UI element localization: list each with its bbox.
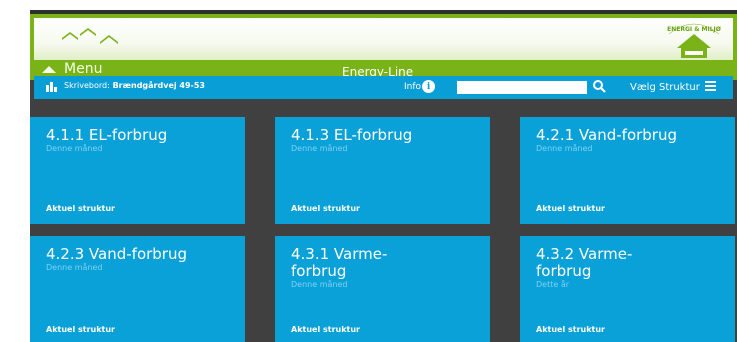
info-label: Info [404, 81, 422, 92]
tile-footer: Aktuel struktur [536, 325, 605, 334]
tile-footer: Aktuel struktur [46, 204, 115, 213]
hamburger-icon [704, 81, 716, 93]
tile-title: 4.1.1 EL-forbrug [46, 126, 168, 144]
tile-subtitle: Denne måned [46, 263, 103, 272]
header-bar: ENERGI & MILJØ Menu Energy-Line [30, 14, 737, 80]
tile-title: 4.1.3 EL-forbrug [291, 126, 413, 144]
breadcrumb-prefix: Skrivebord: [64, 81, 110, 90]
tile-4-2-1[interactable]: 4.2.1 Vand-forbrug Denne måned Aktuel st… [520, 117, 735, 224]
info-button[interactable]: Info i [404, 80, 436, 93]
tile-4-3-2[interactable]: 4.3.2 Varme-forbrug Dette år Aktuel stru… [520, 236, 735, 342]
tile-4-3-1[interactable]: 4.3.1 Varme-forbrug Denne måned Aktuel s… [275, 236, 490, 342]
tile-subtitle: Denne måned [291, 280, 348, 289]
tile-4-2-3[interactable]: 4.2.3 Vand-forbrug Denne måned Aktuel st… [30, 236, 245, 342]
search-input[interactable] [457, 81, 587, 94]
tile-4-1-3[interactable]: 4.1.3 EL-forbrug Denne måned Aktuel stru… [275, 117, 490, 224]
search-icon[interactable] [592, 79, 606, 93]
menu-label: Menu [64, 61, 103, 77]
breadcrumb: Skrivebord: Brændgårdvej 49-53 [64, 81, 205, 90]
header-banner: ENERGI & MILJØ [34, 18, 733, 60]
tile-subtitle: Dette år [536, 280, 570, 289]
breadcrumb-location: Brændgårdvej 49-53 [112, 81, 205, 90]
tile-footer: Aktuel struktur [46, 325, 115, 334]
app-window: ENERGI & MILJØ Menu Energy-Line Skrivebo… [30, 10, 737, 342]
energi-miljo-logo: ENERGI & MILJØ [667, 23, 721, 58]
tile-footer: Aktuel struktur [291, 325, 360, 334]
tile-subtitle: Denne måned [291, 144, 348, 153]
houses-decoration-icon [62, 28, 118, 44]
tile-subtitle: Denne måned [536, 144, 593, 153]
tile-title: 4.2.3 Vand-forbrug [46, 245, 188, 263]
tile-subtitle: Denne måned [46, 144, 103, 153]
svg-text:ENERGI & MILJØ: ENERGI & MILJØ [667, 26, 721, 33]
tile-title: 4.3.1 Varme-forbrug [291, 245, 388, 280]
select-structure-label: Vælg Struktur [630, 81, 700, 93]
tile-title: 4.2.1 Vand-forbrug [536, 126, 678, 144]
tile-footer: Aktuel struktur [536, 204, 605, 213]
tile-title: 4.3.2 Varme-forbrug [536, 245, 633, 280]
info-icon: i [422, 80, 436, 93]
menu-arrow-up-icon [42, 65, 56, 73]
tile-footer: Aktuel struktur [291, 204, 360, 213]
toolbar: Skrivebord: Brændgårdvej 49-53 Info i Væ… [34, 76, 733, 99]
select-structure-button[interactable]: Vælg Struktur [630, 81, 716, 93]
tile-4-1-1[interactable]: 4.1.1 EL-forbrug Denne måned Aktuel stru… [30, 117, 245, 224]
bar-chart-icon [46, 82, 57, 92]
